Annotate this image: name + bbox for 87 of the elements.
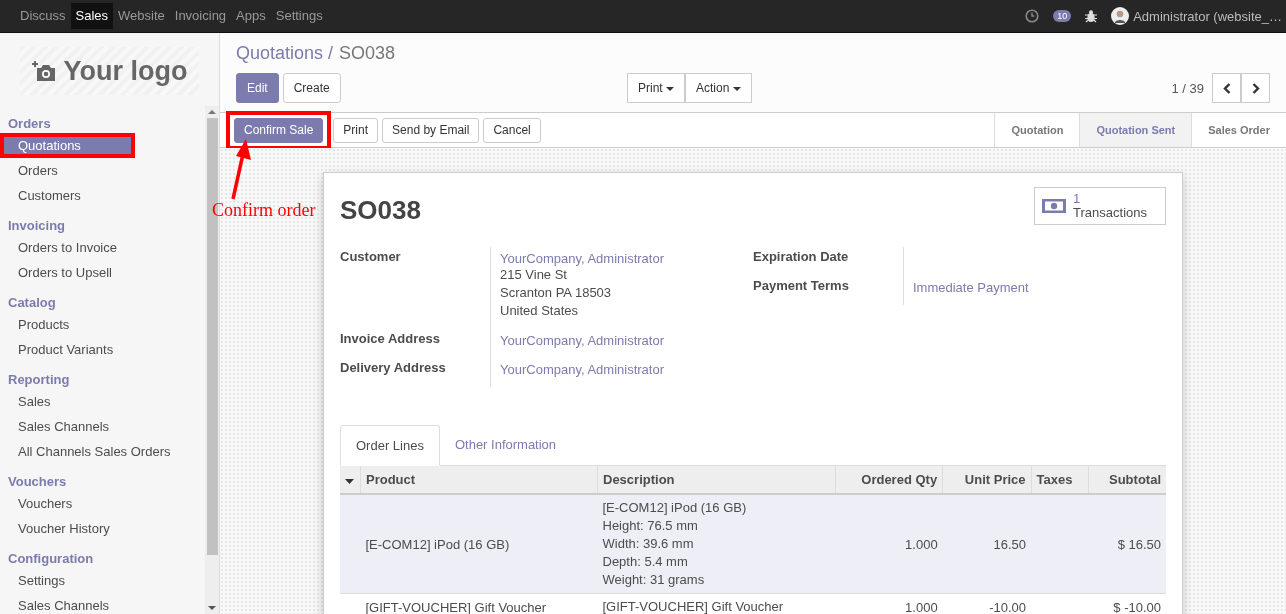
sidebar-item[interactable]: Quotations (0, 133, 135, 158)
app-menu-item[interactable]: Discuss (15, 3, 71, 29)
app-menu-item[interactable]: Sales (70, 3, 114, 29)
table-row[interactable]: [E-COM12] iPod (16 GB) [E-COM12] iPod (16 GB) Height: 76.5 mm Width: 39.6 mm Depth: 5.4 mm Weight: 31 grams 1.000 16.50 $ 16.50 (340, 494, 1166, 594)
sort-caret-icon[interactable] (345, 479, 354, 484)
sidebar-item[interactable]: Sales (0, 389, 205, 414)
pager-value: 1 / 39 (1171, 80, 1204, 96)
field-link[interactable]: YourCompany, Administrator (500, 333, 665, 348)
sidebar-item[interactable]: Sales Channels (0, 593, 205, 614)
toolbar-button[interactable]: Edit (236, 73, 279, 103)
statusbar-button[interactable]: Confirm Sale (234, 117, 324, 143)
field-link[interactable]: Immediate Payment (913, 280, 1029, 295)
table-cell: 1.000 (835, 494, 943, 594)
toolbar-button[interactable]: Create (282, 73, 341, 103)
statusbar-button[interactable]: Send by Email (382, 117, 480, 143)
breadcrumb-link[interactable]: Quotations / (236, 43, 334, 63)
menu-section-title: Catalog (7, 294, 57, 312)
table-cell: [E-COM12] iPod (16 GB) Height: 76.5 mm Width: 39.6 mm Depth: 5.4 mm Weight: 31 grams (597, 494, 836, 594)
column-header[interactable]: Subtotal (1088, 466, 1166, 494)
sidebar-item[interactable]: Voucher History (0, 516, 205, 541)
field-label: Payment Terms (753, 277, 850, 295)
sidebar-item[interactable]: Sales Channels (0, 414, 205, 439)
sidebar-item[interactable]: Product Variants (0, 337, 205, 362)
user-menu[interactable]: Administrator (website_… (1133, 8, 1282, 24)
field-label: Delivery Address (340, 359, 447, 377)
status-stage[interactable]: Sales Order (1191, 113, 1286, 147)
sidebar-item[interactable]: Orders (0, 158, 205, 183)
address-text: 215 Vine St Scranton PA 18503 United States (500, 266, 613, 320)
app-menu-item[interactable]: Apps (231, 3, 271, 29)
table-cell: $ 16.50 (1088, 494, 1166, 594)
field-label: Invoice Address (340, 330, 441, 348)
chevron-left-icon (1222, 82, 1231, 94)
annotation-text: Confirm order (212, 200, 316, 221)
notebook-tab[interactable]: Order Lines (340, 425, 440, 466)
statusbar-button[interactable]: Print (333, 117, 379, 143)
table-cell: 16.50 (942, 494, 1032, 594)
messages-button[interactable]: 10 (1053, 10, 1072, 22)
table-cell: [GIFT-VOUCHER] Gift Voucher (360, 593, 598, 614)
menu-section-title: Vouchers (7, 473, 68, 491)
camera-icon (31, 60, 56, 82)
menu-section-title: Orders (7, 115, 52, 133)
notebook-tab[interactable]: Other Information (439, 425, 572, 465)
field-label: Expiration Date (753, 248, 850, 266)
app-menu-item[interactable]: Website (113, 3, 170, 29)
sidebar-item[interactable]: Vouchers (0, 491, 205, 516)
column-header[interactable]: Taxes (1031, 466, 1089, 494)
statusbar-button[interactable]: Cancel (483, 117, 541, 143)
column-header[interactable]: Product (360, 466, 598, 494)
column-header[interactable]: Description (597, 466, 836, 494)
banknote-icon (1041, 198, 1068, 214)
logo-text: Your logo (63, 55, 188, 87)
dropdown-button[interactable]: Print (627, 73, 685, 103)
menu-section-title: Reporting (7, 371, 71, 389)
avatar-icon[interactable] (1111, 7, 1130, 25)
sidebar-item[interactable]: Products (0, 312, 205, 337)
app-menu-item[interactable]: Invoicing (169, 3, 232, 29)
field-label: Customer (340, 248, 402, 266)
sidebar-item[interactable]: Customers (0, 183, 205, 208)
scroll-down-icon[interactable] (208, 605, 216, 611)
record-title: SO038 (340, 195, 421, 226)
table-row[interactable]: [GIFT-VOUCHER] Gift Voucher [GIFT-VOUCHER] Gift Voucher 1.000 -10.00 $ -10.00 (340, 593, 1166, 614)
clock-icon[interactable] (1025, 9, 1040, 23)
field-link[interactable]: YourCompany, Administrator (500, 362, 665, 377)
breadcrumb-current: SO038 (339, 43, 396, 63)
sidebar-item[interactable]: All Channels Sales Orders (0, 439, 205, 464)
dropdown-button[interactable]: Action (685, 73, 752, 103)
scroll-up-icon[interactable] (208, 109, 216, 115)
previous-button[interactable] (1212, 73, 1241, 103)
sidebar-item[interactable]: Settings (0, 568, 205, 593)
column-header[interactable]: Unit Price (942, 466, 1032, 494)
table-cell: $ -10.00 (1088, 593, 1166, 614)
table-cell: [GIFT-VOUCHER] Gift Voucher (597, 593, 836, 614)
table-cell: 1.000 (835, 593, 943, 614)
column-header[interactable]: Ordered Qty (835, 466, 943, 494)
app-menu-item[interactable]: Settings (270, 3, 328, 29)
table-cell: [E-COM12] iPod (16 GB) (360, 494, 598, 594)
transactions-button[interactable]: 1 Transactions (1034, 187, 1166, 225)
menu-section-title: Invoicing (7, 217, 67, 235)
next-button[interactable] (1241, 73, 1270, 103)
field-link[interactable]: YourCompany, Administrator (500, 251, 665, 266)
sidebar-item[interactable]: Orders to Invoice (0, 235, 205, 260)
menu-section-title: Configuration (7, 550, 95, 568)
sidebar-item[interactable]: Orders to Upsell (0, 260, 205, 285)
table-cell: -10.00 (942, 593, 1032, 614)
bug-icon[interactable] (1085, 9, 1098, 23)
chevron-right-icon (1251, 82, 1260, 94)
status-stage[interactable]: Quotation Sent (1079, 113, 1192, 147)
